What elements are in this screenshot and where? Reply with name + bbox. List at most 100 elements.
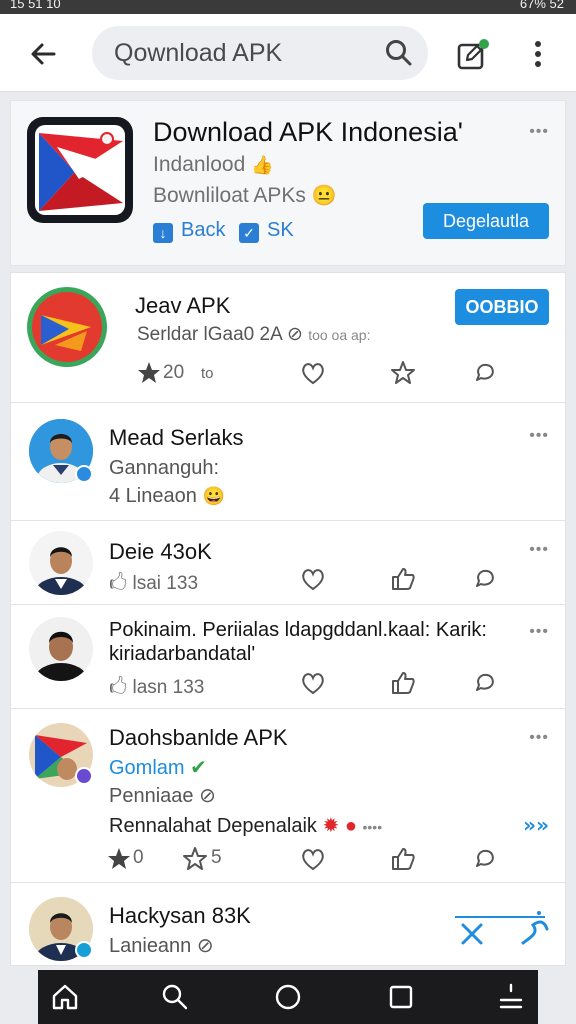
comment-icon[interactable] bbox=[471, 565, 499, 593]
post-author[interactable]: Deie 43oK bbox=[109, 539, 212, 565]
compose-icon[interactable] bbox=[456, 38, 490, 72]
list-item[interactable]: Mead Serlaks ••• Gannanguh: 4 Lineaon 😀 bbox=[11, 403, 565, 521]
smile-emoji-icon: 😀 bbox=[202, 486, 225, 506]
feed-list: Jeav APK OOBBIO Serldar lGaa0 2A ⊘ too o… bbox=[10, 272, 566, 966]
thumbs-up-icon[interactable] bbox=[389, 845, 417, 873]
thumbs-up-icon[interactable] bbox=[389, 565, 417, 593]
verified-badge-icon bbox=[75, 767, 93, 785]
clock-icon: ⊘ bbox=[196, 935, 214, 957]
heart-icon[interactable] bbox=[299, 669, 327, 697]
follow-button[interactable]: OOBBIO bbox=[455, 289, 549, 325]
post-author[interactable]: Mead Serlaks bbox=[109, 425, 244, 451]
post-subtitle-text: Serldar lGaa0 2A bbox=[137, 324, 282, 345]
star-filled-icon[interactable] bbox=[135, 359, 163, 387]
search-icon[interactable] bbox=[160, 982, 190, 1012]
red-circle-icon: ● bbox=[344, 815, 357, 837]
post-author[interactable]: Pokinaim. Periialas ldapgddanl.kaal: Kar… bbox=[109, 619, 487, 642]
avatar[interactable] bbox=[29, 617, 93, 681]
overflow-menu-icon[interactable] bbox=[528, 36, 548, 72]
post-subtitle: Gomlam ✔ bbox=[109, 755, 207, 780]
star-outline-icon[interactable] bbox=[389, 359, 417, 387]
more-options-icon[interactable]: ••• bbox=[529, 623, 549, 641]
post-subtitle: Lanieann ⊘ bbox=[109, 933, 214, 958]
post-author[interactable]: Jeav APK bbox=[135, 293, 230, 319]
post-subtitle: Serldar lGaa0 2A ⊘ too oa ap: bbox=[137, 323, 370, 346]
star-outline-count: 5 bbox=[211, 847, 222, 868]
download-box-icon: ↓ bbox=[153, 223, 173, 243]
verified-badge-icon bbox=[75, 941, 93, 959]
comment-icon[interactable] bbox=[471, 845, 499, 873]
post-body-text: Penniaae bbox=[109, 785, 194, 807]
list-item[interactable]: Jeav APK OOBBIO Serldar lGaa0 2A ⊘ too o… bbox=[11, 273, 565, 403]
menu-lines-icon[interactable] bbox=[496, 982, 526, 1012]
like-outline-icon: 🖒 bbox=[109, 573, 128, 594]
post-body-2: Rennalahat Depenalaik ✹ ● •••• bbox=[109, 813, 382, 838]
search-query[interactable]: Qownload APK bbox=[114, 39, 282, 68]
top-app-bar: Qownload APK bbox=[0, 14, 576, 92]
sk-tag[interactable]: ✓ SK bbox=[239, 219, 294, 243]
list-item[interactable]: Hackysan 83K Lanieann ⊘ bbox=[11, 883, 565, 967]
post-author-continued: kiriadarbandatal' bbox=[109, 643, 256, 665]
heart-icon[interactable] bbox=[299, 565, 327, 593]
clock-icon: ⊘ bbox=[286, 324, 303, 345]
app-title: Download APK Indonesia' bbox=[153, 117, 463, 147]
star-filled-icon[interactable] bbox=[105, 845, 133, 873]
recents-square-icon[interactable] bbox=[386, 982, 416, 1012]
ellipsis-icon: •••• bbox=[362, 819, 383, 835]
back-arrow-icon[interactable] bbox=[24, 34, 64, 74]
status-battery: 67% 52 bbox=[519, 0, 564, 11]
list-item[interactable]: Daohsbanlde APK ••• Gomlam ✔ Penniaae ⊘ … bbox=[11, 709, 565, 883]
post-subtitle: Gannanguh: bbox=[109, 457, 220, 479]
post-meta: 🖒 lasn 133 bbox=[109, 673, 204, 705]
search-icon[interactable] bbox=[384, 38, 414, 68]
more-options-icon[interactable]: ••• bbox=[529, 729, 549, 747]
back-tag[interactable]: ↓ Back bbox=[153, 219, 225, 243]
app-description: Bownliloat APKs 😐 bbox=[153, 183, 337, 208]
star-outline-icon[interactable] bbox=[181, 845, 209, 873]
post-author[interactable]: Daohsbanlde APK bbox=[109, 725, 288, 751]
check-box-icon: ✓ bbox=[239, 223, 259, 243]
download-button[interactable]: Degelautla bbox=[423, 203, 549, 239]
fire-badge-icon: ✹ bbox=[322, 815, 340, 837]
heart-icon[interactable] bbox=[299, 359, 327, 387]
app-more-icon[interactable]: ••• bbox=[529, 123, 549, 141]
avatar[interactable] bbox=[25, 285, 109, 369]
post-meta: 🖒 lsai 133 bbox=[109, 569, 198, 601]
star-count: 0 bbox=[133, 847, 144, 868]
smile-emoji-icon: 😐 bbox=[311, 185, 337, 207]
post-author[interactable]: Hackysan 83K bbox=[109, 903, 251, 929]
post-subtitle-text: Gomlam bbox=[109, 757, 185, 779]
star-unit: to bbox=[201, 365, 214, 382]
post-subtitle-suffix: too oa ap: bbox=[308, 327, 371, 343]
back-tag-label: Back bbox=[181, 219, 226, 241]
verified-badge-icon bbox=[75, 465, 93, 483]
app-badge-icon bbox=[27, 287, 107, 367]
avatar[interactable] bbox=[29, 531, 93, 595]
more-options-icon[interactable]: ••• bbox=[529, 541, 549, 559]
status-bar: 15 51 10 67% 52 bbox=[0, 0, 576, 14]
more-options-icon[interactable]: ••• bbox=[529, 427, 549, 445]
person-photo-icon bbox=[29, 617, 93, 681]
list-item[interactable]: Pokinaim. Periialas ldapgddanl.kaal: Kar… bbox=[11, 605, 565, 709]
post-subtitle-text: Lanieann bbox=[109, 935, 192, 957]
circle-home-icon[interactable] bbox=[273, 982, 303, 1012]
status-time: 15 51 10 bbox=[10, 0, 61, 11]
app-subtitle: Indanlood 👍 bbox=[153, 153, 274, 177]
post-meta-text: lasn 133 bbox=[132, 677, 205, 698]
list-item[interactable]: Deie 43oK ••• 🖒 lsai 133 bbox=[11, 521, 565, 605]
app-header-card: Download APK Indonesia' ••• Indanlood 👍 … bbox=[10, 100, 566, 266]
app-logo[interactable] bbox=[27, 117, 133, 223]
heart-icon[interactable] bbox=[299, 845, 327, 873]
thumbs-up-icon[interactable] bbox=[389, 669, 417, 697]
home-icon[interactable] bbox=[50, 982, 80, 1012]
forward-arrows-icon[interactable]: »» bbox=[523, 813, 549, 837]
app-subtitle-text: Indanlood bbox=[153, 153, 246, 176]
system-nav-bar bbox=[38, 970, 538, 1024]
green-check-icon: ✔ bbox=[190, 757, 207, 779]
post-meta-text: lsai 133 bbox=[132, 573, 199, 594]
comment-icon[interactable] bbox=[471, 669, 499, 697]
search-bar[interactable]: Qownload APK bbox=[92, 26, 428, 80]
comment-icon[interactable] bbox=[471, 359, 499, 387]
post-body: Penniaae ⊘ bbox=[109, 783, 216, 808]
dismiss-swipe-icon[interactable] bbox=[453, 907, 553, 953]
